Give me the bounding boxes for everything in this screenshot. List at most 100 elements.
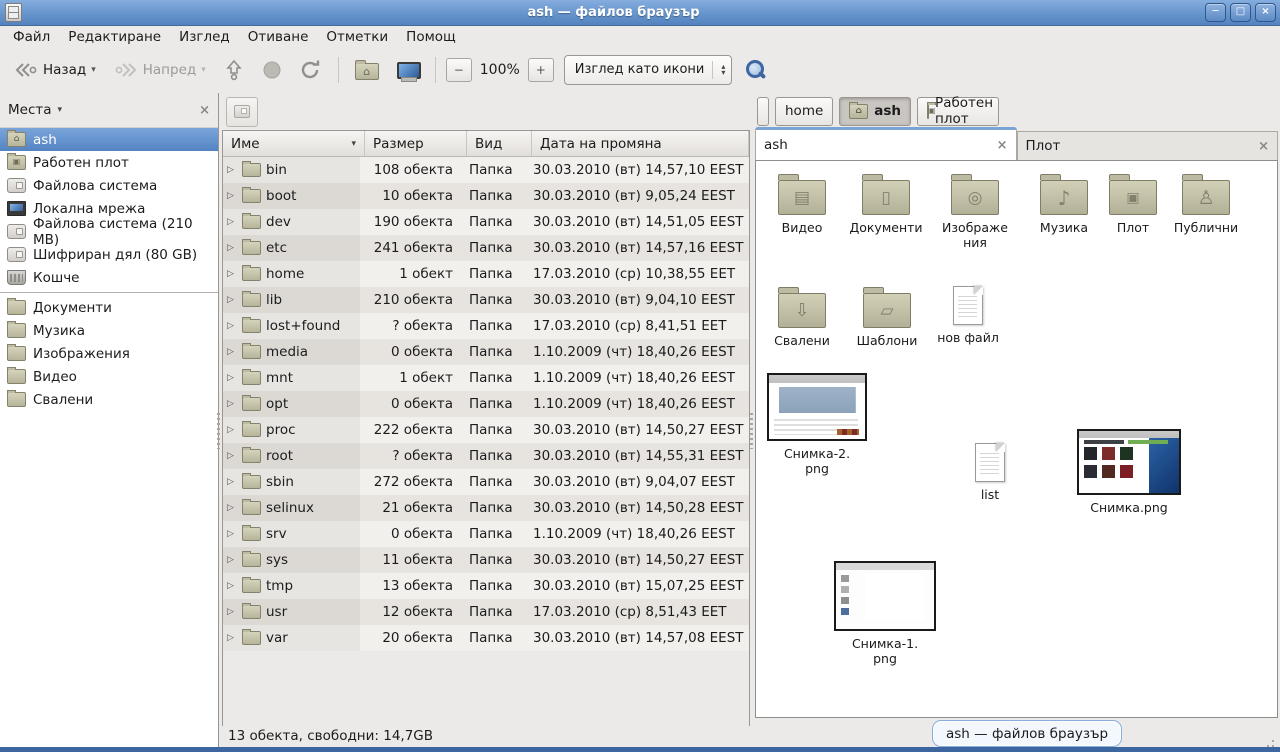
table-row[interactable]: lost+found ? обекта Папка 17.03.2010 (ср… <box>223 313 749 339</box>
file-item[interactable]: Плот <box>1102 173 1164 235</box>
expander-icon[interactable] <box>227 555 237 565</box>
path-button[interactable]: ash <box>839 97 911 126</box>
sidebar-item[interactable]: Документи <box>0 296 218 319</box>
path-button[interactable]: Работен плот <box>917 97 999 126</box>
file-item[interactable]: Музика <box>1028 173 1100 235</box>
path-button[interactable] <box>757 97 769 126</box>
tab[interactable]: Плот × <box>1017 131 1279 160</box>
sidebar-item[interactable]: Изображения <box>0 342 218 365</box>
computer-button[interactable] <box>391 56 425 84</box>
sidebar-item[interactable]: Работен плот <box>0 151 218 174</box>
table-row[interactable]: root ? обекта Папка 30.03.2010 (вт) 14,5… <box>223 443 749 469</box>
search-button[interactable] <box>746 59 768 81</box>
sidebar-title[interactable]: Места <box>8 102 52 118</box>
table-row[interactable]: home 1 обект Папка 17.03.2010 (ср) 10,38… <box>223 261 749 287</box>
table-row[interactable]: bin 108 обекта Папка 30.03.2010 (вт) 14,… <box>223 157 749 183</box>
table-row[interactable]: boot 10 обекта Папка 30.03.2010 (вт) 9,0… <box>223 183 749 209</box>
sidebar-item[interactable]: Файлова система <box>0 174 218 197</box>
back-button[interactable]: Назад ▾ <box>8 57 102 83</box>
expander-icon[interactable] <box>227 399 237 409</box>
reload-button[interactable] <box>294 56 328 84</box>
expander-icon[interactable] <box>227 217 237 227</box>
icon-view[interactable]: Видео Документи Изображения Музика Плот <box>755 160 1278 718</box>
expander-icon[interactable] <box>227 503 237 513</box>
filesystem-root-button[interactable] <box>226 97 258 127</box>
menu-item[interactable]: Отметки <box>317 27 397 47</box>
sidebar-item[interactable]: Шифриран дял (80 GB) <box>0 243 218 266</box>
file-item[interactable]: Снимка-2.png <box>766 373 868 476</box>
stop-button[interactable] <box>256 56 288 84</box>
window-resize-grip[interactable] <box>1258 726 1276 744</box>
table-row[interactable]: sys 11 обекта Папка 30.03.2010 (вт) 14,5… <box>223 547 749 573</box>
menu-item[interactable]: Файл <box>4 27 59 47</box>
sidebar-item[interactable]: Свалени <box>0 388 218 411</box>
file-item[interactable]: Видео <box>764 173 840 235</box>
tab[interactable]: ash × <box>755 127 1017 160</box>
file-item[interactable]: Снимка.png <box>1074 429 1184 515</box>
sidebar-item[interactable]: Музика <box>0 319 218 342</box>
sidebar-item[interactable]: Кошче <box>0 266 218 289</box>
forward-button[interactable]: Напред ▾ <box>108 57 212 83</box>
menu-item[interactable]: Редактиране <box>59 27 170 47</box>
expander-icon[interactable] <box>227 529 237 539</box>
expander-icon[interactable] <box>227 243 237 253</box>
table-row[interactable]: proc 222 обекта Папка 30.03.2010 (вт) 14… <box>223 417 749 443</box>
zoom-out-button[interactable]: − <box>446 58 472 82</box>
tab-close-icon[interactable]: × <box>1258 139 1269 154</box>
table-row[interactable]: tmp 13 обекта Папка 30.03.2010 (вт) 15,0… <box>223 573 749 599</box>
table-row[interactable]: media 0 обекта Папка 1.10.2009 (чт) 18,4… <box>223 339 749 365</box>
view-mode-select[interactable]: Изглед като икони ▴▾ <box>564 55 733 85</box>
zoom-in-button[interactable]: + <box>528 58 554 82</box>
sidebar-item[interactable]: Файлова система (210 MB) <box>0 220 218 243</box>
file-item[interactable]: Документи <box>844 173 928 235</box>
expander-icon[interactable] <box>227 581 237 591</box>
file-item[interactable]: нов файл <box>930 286 1006 345</box>
table-row[interactable]: srv 0 обекта Папка 1.10.2009 (чт) 18,40,… <box>223 521 749 547</box>
file-item[interactable]: Снимка-1.png <box>830 561 940 666</box>
sidebar-item[interactable]: Видео <box>0 365 218 388</box>
table-row[interactable]: sbin 272 обекта Папка 30.03.2010 (вт) 9,… <box>223 469 749 495</box>
sidebar-combo-arrow-icon[interactable]: ▾ <box>58 105 63 115</box>
column-header-name[interactable]: Име ▾ <box>223 131 365 156</box>
sidebar-close-icon[interactable]: × <box>199 103 210 118</box>
column-header-date[interactable]: Дата на промяна <box>532 131 749 156</box>
window-titlebar[interactable]: ash — файлов браузър ─ □ × <box>0 0 1280 26</box>
up-button[interactable] <box>218 55 250 85</box>
expander-icon[interactable] <box>227 633 237 643</box>
close-button[interactable]: × <box>1255 3 1276 22</box>
file-item[interactable]: Шаблони <box>848 286 926 348</box>
expander-icon[interactable] <box>227 451 237 461</box>
pane-splitter[interactable] <box>748 93 755 718</box>
tab-close-icon[interactable]: × <box>997 138 1008 153</box>
expander-icon[interactable] <box>227 321 237 331</box>
table-row[interactable]: etc 241 обекта Папка 30.03.2010 (вт) 14,… <box>223 235 749 261</box>
sidebar-splitter[interactable] <box>215 93 222 718</box>
expander-icon[interactable] <box>227 347 237 357</box>
table-row[interactable]: lib 210 обекта Папка 30.03.2010 (вт) 9,0… <box>223 287 749 313</box>
menu-item[interactable]: Отиване <box>239 27 318 47</box>
expander-icon[interactable] <box>227 191 237 201</box>
table-row[interactable]: var 20 обекта Папка 30.03.2010 (вт) 14,5… <box>223 625 749 651</box>
file-item[interactable]: Свалени <box>764 286 840 348</box>
expander-icon[interactable] <box>227 425 237 435</box>
column-header-size[interactable]: Размер <box>365 131 467 156</box>
expander-icon[interactable] <box>227 269 237 279</box>
menu-item[interactable]: Помощ <box>397 27 465 47</box>
expander-icon[interactable] <box>227 295 237 305</box>
expander-icon[interactable] <box>227 607 237 617</box>
table-row[interactable]: dev 190 обекта Папка 30.03.2010 (вт) 14,… <box>223 209 749 235</box>
home-button[interactable] <box>349 55 385 84</box>
path-button[interactable]: home <box>775 97 833 126</box>
column-header-kind[interactable]: Вид <box>467 131 532 156</box>
file-item[interactable]: Публични <box>1166 173 1246 235</box>
table-row[interactable]: usr 12 обекта Папка 17.03.2010 (ср) 8,51… <box>223 599 749 625</box>
maximize-button[interactable]: □ <box>1230 3 1251 22</box>
back-history-chevron-icon[interactable]: ▾ <box>91 65 96 75</box>
expander-icon[interactable] <box>227 373 237 383</box>
expander-icon[interactable] <box>227 165 237 175</box>
expander-icon[interactable] <box>227 477 237 487</box>
table-row[interactable]: mnt 1 обект Папка 1.10.2009 (чт) 18,40,2… <box>223 365 749 391</box>
menu-item[interactable]: Изглед <box>170 27 239 47</box>
file-item[interactable]: Изображения <box>934 173 1016 250</box>
table-row[interactable]: selinux 21 обекта Папка 30.03.2010 (вт) … <box>223 495 749 521</box>
